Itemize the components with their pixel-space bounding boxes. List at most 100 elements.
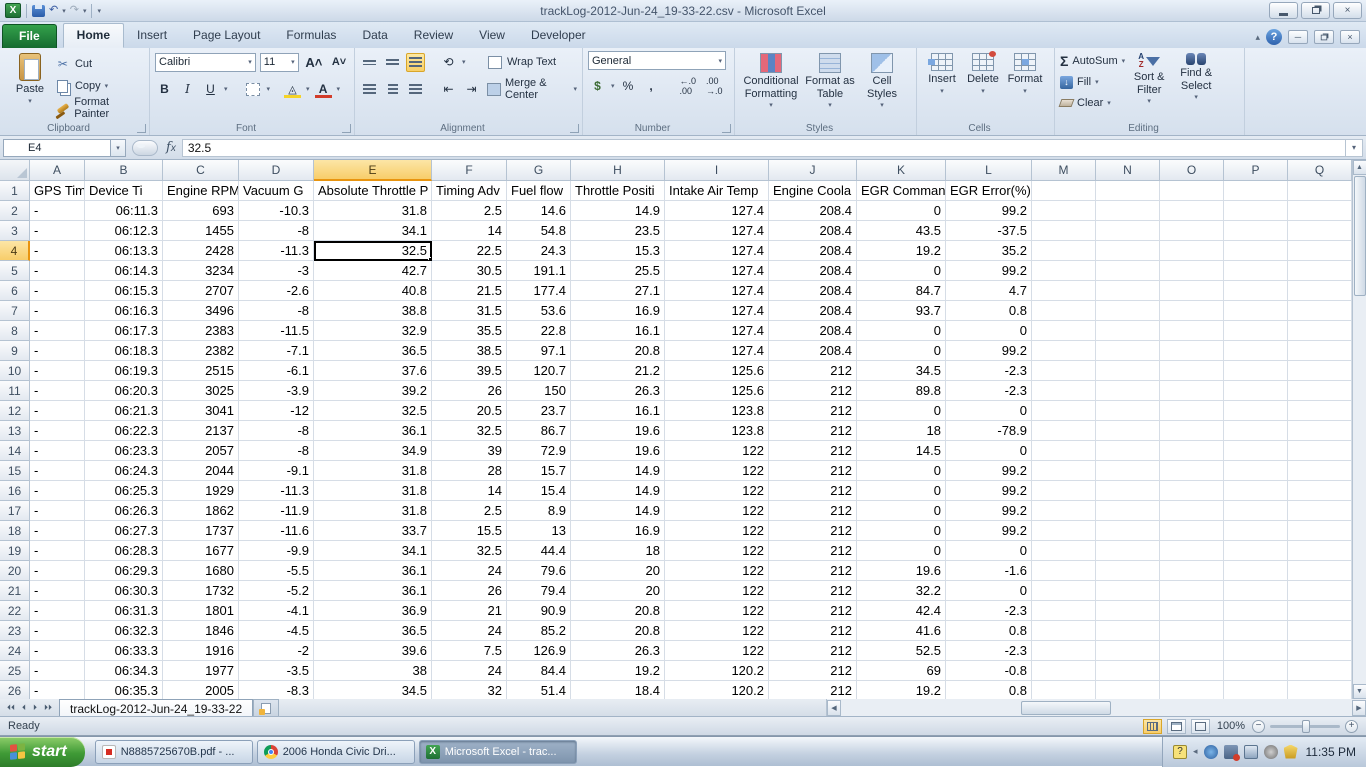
cell-Q15[interactable] xyxy=(1288,461,1352,481)
cell-F21[interactable]: 26 xyxy=(432,581,507,601)
cell-D26[interactable]: -8.3 xyxy=(239,681,314,699)
cell-H23[interactable]: 20.8 xyxy=(571,621,665,641)
cell-G3[interactable]: 54.8 xyxy=(507,221,571,241)
copy-button[interactable]: Copy▾ xyxy=(55,75,144,97)
cell-A5[interactable]: - xyxy=(30,261,85,281)
ribbon-tab-developer[interactable]: Developer xyxy=(518,24,599,47)
cell-E19[interactable]: 34.1 xyxy=(314,541,432,561)
cell-N21[interactable] xyxy=(1096,581,1160,601)
cell-A19[interactable]: - xyxy=(30,541,85,561)
cell-L18[interactable]: 99.2 xyxy=(946,521,1032,541)
cell-F9[interactable]: 38.5 xyxy=(432,341,507,361)
cell-L8[interactable]: 0 xyxy=(946,321,1032,341)
scroll-left-icon[interactable]: ◀ xyxy=(827,700,841,716)
percent-style-icon[interactable]: % xyxy=(619,77,638,96)
save-icon[interactable] xyxy=(32,5,45,17)
conditional-formatting-button[interactable]: Conditional Formatting▾ xyxy=(740,51,802,110)
row-header-24[interactable]: 24 xyxy=(0,641,30,661)
cell-B17[interactable]: 06:26.3 xyxy=(85,501,163,521)
cell-L15[interactable]: 99.2 xyxy=(946,461,1032,481)
cell-Q8[interactable] xyxy=(1288,321,1352,341)
cell-A9[interactable]: - xyxy=(30,341,85,361)
cell-J1[interactable]: Engine Coola xyxy=(769,181,857,201)
cell-J13[interactable]: 212 xyxy=(769,421,857,441)
cell-L16[interactable]: 99.2 xyxy=(946,481,1032,501)
cell-H17[interactable]: 14.9 xyxy=(571,501,665,521)
cell-F11[interactable]: 26 xyxy=(432,381,507,401)
cell-N19[interactable] xyxy=(1096,541,1160,561)
insert-cells-button[interactable]: Insert▾ xyxy=(922,51,962,96)
cell-L10[interactable]: -2.3 xyxy=(946,361,1032,381)
cell-A3[interactable]: - xyxy=(30,221,85,241)
cell-N16[interactable] xyxy=(1096,481,1160,501)
cell-J23[interactable]: 212 xyxy=(769,621,857,641)
cell-O15[interactable] xyxy=(1160,461,1224,481)
cell-M15[interactable] xyxy=(1032,461,1096,481)
top-align-icon[interactable] xyxy=(360,53,379,72)
column-header-L[interactable]: L xyxy=(946,160,1032,181)
name-box[interactable]: E4 xyxy=(3,139,111,157)
cell-J3[interactable]: 208.4 xyxy=(769,221,857,241)
cell-G12[interactable]: 23.7 xyxy=(507,401,571,421)
cell-I6[interactable]: 127.4 xyxy=(665,281,769,301)
cell-I16[interactable]: 122 xyxy=(665,481,769,501)
cell-O1[interactable] xyxy=(1160,181,1224,201)
cell-L12[interactable]: 0 xyxy=(946,401,1032,421)
cell-B25[interactable]: 06:34.3 xyxy=(85,661,163,681)
cell-E14[interactable]: 34.9 xyxy=(314,441,432,461)
cell-L20[interactable]: -1.6 xyxy=(946,561,1032,581)
cell-Q1[interactable] xyxy=(1288,181,1352,201)
cell-E1[interactable]: Absolute Throttle P xyxy=(314,181,432,201)
cell-P6[interactable] xyxy=(1224,281,1288,301)
cell-O8[interactable] xyxy=(1160,321,1224,341)
format-as-table-button[interactable]: Format as Table▾ xyxy=(802,51,858,110)
cell-Q2[interactable] xyxy=(1288,201,1352,221)
cell-O10[interactable] xyxy=(1160,361,1224,381)
cell-N14[interactable] xyxy=(1096,441,1160,461)
cell-N10[interactable] xyxy=(1096,361,1160,381)
alignment-dialog-launcher-icon[interactable] xyxy=(570,124,579,133)
cell-F17[interactable]: 2.5 xyxy=(432,501,507,521)
cell-K19[interactable]: 0 xyxy=(857,541,946,561)
cell-K17[interactable]: 0 xyxy=(857,501,946,521)
bold-button[interactable]: B xyxy=(155,80,174,99)
row-header-17[interactable]: 17 xyxy=(0,501,30,521)
cell-K14[interactable]: 14.5 xyxy=(857,441,946,461)
cell-G1[interactable]: Fuel flow xyxy=(507,181,571,201)
cell-M13[interactable] xyxy=(1032,421,1096,441)
row-header-18[interactable]: 18 xyxy=(0,521,30,541)
column-header-G[interactable]: G xyxy=(507,160,571,181)
security-shield-icon[interactable] xyxy=(1284,745,1298,759)
cell-N11[interactable] xyxy=(1096,381,1160,401)
cell-Q18[interactable] xyxy=(1288,521,1352,541)
cell-O25[interactable] xyxy=(1160,661,1224,681)
cell-J24[interactable]: 212 xyxy=(769,641,857,661)
column-header-N[interactable]: N xyxy=(1096,160,1160,181)
cell-N7[interactable] xyxy=(1096,301,1160,321)
cell-J19[interactable]: 212 xyxy=(769,541,857,561)
cell-K25[interactable]: 69 xyxy=(857,661,946,681)
ribbon-tab-formulas[interactable]: Formulas xyxy=(273,24,349,47)
cell-H6[interactable]: 27.1 xyxy=(571,281,665,301)
column-header-D[interactable]: D xyxy=(239,160,314,181)
cell-G6[interactable]: 177.4 xyxy=(507,281,571,301)
cell-K2[interactable]: 0 xyxy=(857,201,946,221)
cell-I12[interactable]: 123.8 xyxy=(665,401,769,421)
cell-J2[interactable]: 208.4 xyxy=(769,201,857,221)
cell-K16[interactable]: 0 xyxy=(857,481,946,501)
ribbon-tab-file[interactable]: File xyxy=(2,24,57,48)
scroll-down-icon[interactable]: ▼ xyxy=(1353,684,1366,699)
cell-O11[interactable] xyxy=(1160,381,1224,401)
cell-I5[interactable]: 127.4 xyxy=(665,261,769,281)
scroll-right-icon[interactable]: ▶ xyxy=(1352,700,1366,716)
cell-P4[interactable] xyxy=(1224,241,1288,261)
cell-C21[interactable]: 1732 xyxy=(163,581,239,601)
cell-B12[interactable]: 06:21.3 xyxy=(85,401,163,421)
page-break-view-button[interactable] xyxy=(1191,719,1210,734)
cell-C7[interactable]: 3496 xyxy=(163,301,239,321)
cell-D19[interactable]: -9.9 xyxy=(239,541,314,561)
cell-B26[interactable]: 06:35.3 xyxy=(85,681,163,699)
cell-G25[interactable]: 84.4 xyxy=(507,661,571,681)
row-header-14[interactable]: 14 xyxy=(0,441,30,461)
cell-L2[interactable]: 99.2 xyxy=(946,201,1032,221)
